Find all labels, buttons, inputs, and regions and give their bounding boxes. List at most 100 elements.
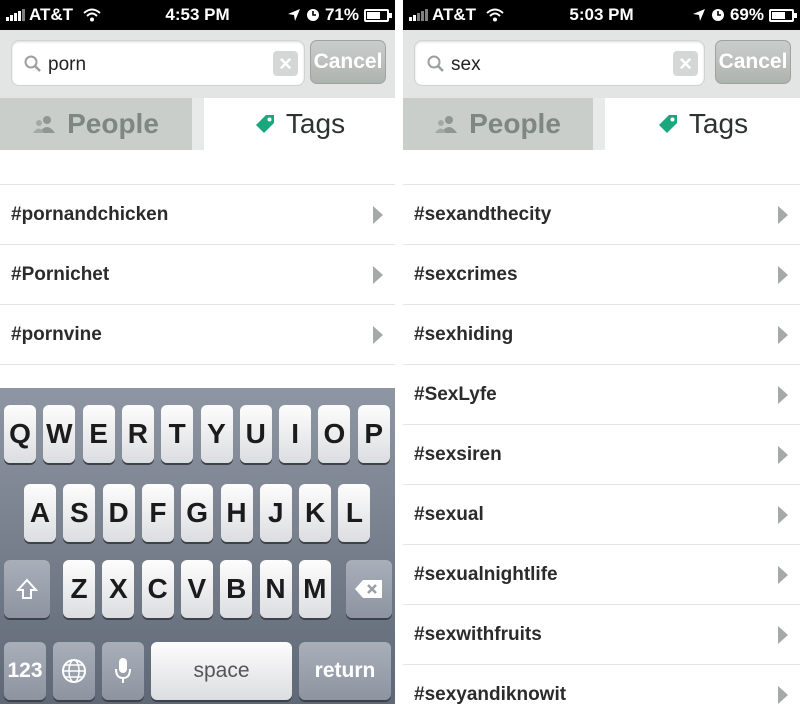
tag-result-row[interactable]: #sexual — [403, 485, 800, 545]
tab-tags[interactable]: Tags — [605, 98, 800, 150]
search-icon — [427, 55, 444, 72]
tag-result-label: #sexsiren — [414, 444, 502, 465]
delete-key[interactable] — [346, 560, 392, 618]
key-k[interactable]: K — [299, 484, 332, 542]
tag-result-row[interactable]: #sexcrimes — [403, 245, 800, 305]
tag-result-row[interactable]: #pornvine — [0, 305, 395, 365]
tag-result-row[interactable]: #Pornichet — [0, 245, 395, 305]
key-z[interactable]: Z — [63, 560, 95, 618]
backspace-icon — [355, 580, 382, 598]
chevron-right-icon — [778, 506, 788, 524]
key-m[interactable]: M — [298, 560, 331, 618]
clear-search-button[interactable]: × — [273, 51, 298, 76]
key-j[interactable]: J — [259, 484, 292, 542]
tab-people-label: People — [469, 108, 561, 139]
key-q[interactable]: Q — [4, 405, 36, 463]
key-d[interactable]: D — [102, 484, 135, 542]
chevron-right-icon — [373, 206, 383, 224]
tag-result-row[interactable]: #sexwithfruits — [403, 605, 800, 665]
search-input[interactable]: sex × — [414, 40, 705, 86]
status-bar: AT&T 4:53 PM 71% — [0, 0, 395, 30]
key-h[interactable]: H — [220, 484, 253, 542]
chevron-right-icon — [778, 386, 788, 404]
globe-key[interactable] — [53, 642, 95, 700]
search-tabs: People Tags — [403, 98, 800, 150]
tag-result-label: #sexualnightlife — [414, 564, 558, 585]
search-input[interactable]: porn × — [11, 40, 305, 86]
numbers-key[interactable]: 123 — [4, 642, 46, 700]
chevron-right-icon — [778, 566, 788, 584]
key-o[interactable]: O — [318, 405, 351, 463]
chevron-right-icon — [778, 446, 788, 464]
key-b[interactable]: B — [220, 560, 253, 618]
key-c[interactable]: C — [141, 560, 174, 618]
tag-result-label: #SexLyfe — [414, 384, 497, 405]
people-icon — [33, 116, 56, 133]
location-icon — [287, 9, 300, 21]
left-screen: AT&T 4:53 PM 71% porn × Cancel People Ta… — [0, 0, 395, 704]
tag-result-label: #sexyandiknowit — [414, 684, 567, 704]
clear-search-button[interactable]: × — [673, 51, 698, 76]
key-f[interactable]: F — [141, 484, 174, 542]
key-e[interactable]: E — [82, 405, 115, 463]
tag-result-row[interactable]: #sexhiding — [403, 305, 800, 365]
chevron-right-icon — [778, 686, 788, 704]
cancel-button[interactable]: Cancel — [715, 40, 791, 84]
tag-result-row[interactable]: #sexyandiknowit — [403, 665, 800, 704]
key-u[interactable]: U — [239, 405, 272, 463]
key-n[interactable]: N — [259, 560, 292, 618]
tag-result-row[interactable]: #sexsiren — [403, 425, 800, 485]
dictation-key[interactable] — [102, 642, 144, 700]
tag-result-label: #sexandthecity — [414, 204, 552, 225]
search-bar: sex × Cancel — [403, 30, 800, 98]
key-w[interactable]: W — [43, 405, 76, 463]
battery-percent: 71% — [324, 5, 359, 24]
tab-tags-label: Tags — [285, 108, 346, 139]
key-i[interactable]: I — [279, 405, 312, 463]
chevron-right-icon — [778, 626, 788, 644]
key-y[interactable]: Y — [200, 405, 233, 463]
key-g[interactable]: G — [181, 484, 214, 542]
tag-results-list: #sexandthecity #sexcrimes #sexhiding #SexLy… — [403, 150, 800, 704]
key-v[interactable]: V — [180, 560, 213, 618]
chevron-right-icon — [373, 266, 383, 284]
tag-result-label: #pornvine — [11, 324, 102, 345]
tab-tags-label: Tags — [688, 108, 749, 139]
tag-result-row[interactable]: #sexualnightlife — [403, 545, 800, 605]
tag-result-label: #pornandchicken — [11, 204, 169, 225]
shift-key[interactable] — [4, 560, 50, 618]
key-p[interactable]: P — [357, 405, 390, 463]
microphone-icon — [115, 658, 131, 683]
location-icon — [692, 9, 705, 21]
chevron-right-icon — [778, 266, 788, 284]
search-icon — [24, 55, 41, 72]
key-x[interactable]: X — [102, 560, 135, 618]
tab-people[interactable]: People — [0, 98, 192, 150]
tag-result-row[interactable]: #pornandchicken — [0, 185, 395, 245]
key-r[interactable]: R — [121, 405, 154, 463]
alarm-icon — [306, 9, 319, 21]
return-key[interactable]: return — [299, 642, 391, 700]
key-l[interactable]: L — [338, 484, 371, 542]
tag-result-label: #Pornichet — [11, 264, 110, 285]
status-bar: AT&T 5:03 PM 69% — [403, 0, 800, 30]
space-key[interactable]: space — [151, 642, 292, 700]
battery-icon — [364, 8, 392, 22]
tag-result-label: #sexcrimes — [414, 264, 518, 285]
tab-people[interactable]: People — [403, 98, 593, 150]
globe-icon — [62, 659, 86, 683]
tab-people-label: People — [67, 108, 159, 139]
keyboard: 123 space return QWERTYUIOP ASDFGHJKL ZXCV… — [0, 388, 395, 704]
tag-result-label: #sexhiding — [414, 324, 514, 345]
search-tabs: People Tags — [0, 98, 395, 150]
key-a[interactable]: A — [24, 484, 56, 542]
tag-result-row[interactable]: #sexandthecity — [403, 185, 800, 245]
cancel-button[interactable]: Cancel — [310, 40, 386, 84]
key-t[interactable]: T — [161, 405, 194, 463]
tag-result-label: #sexwithfruits — [414, 624, 542, 645]
key-s[interactable]: S — [63, 484, 96, 542]
tab-tags[interactable]: Tags — [204, 98, 395, 150]
tag-result-row[interactable]: #SexLyfe — [403, 365, 800, 425]
tag-icon — [255, 115, 274, 133]
battery-percent: 69% — [729, 5, 764, 24]
